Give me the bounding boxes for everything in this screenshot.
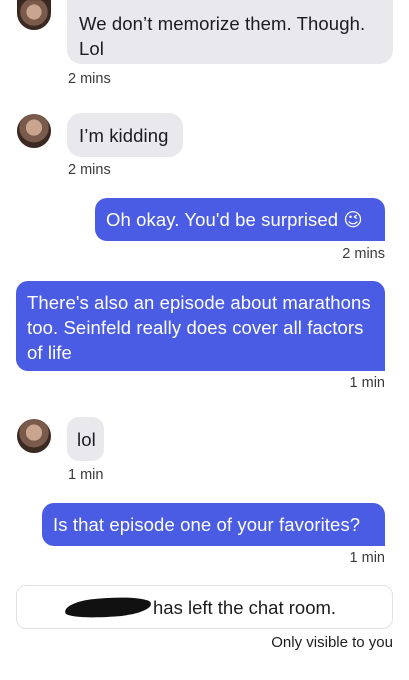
visibility-label: Only visible to you bbox=[271, 634, 393, 651]
message-bubble-incoming[interactable]: I’m kidding bbox=[67, 113, 183, 157]
message-bubble-outgoing[interactable]: There's also an episode about marathons … bbox=[16, 281, 385, 371]
message-text: There's also an episode about marathons … bbox=[27, 292, 371, 363]
message-timestamp: 1 min bbox=[349, 375, 385, 391]
message-timestamp: 1 min bbox=[349, 550, 385, 566]
message-text: Is that episode one of your favorites? bbox=[53, 514, 361, 535]
message-timestamp: 2 mins bbox=[68, 162, 111, 178]
system-notice: has left the chat room. bbox=[16, 585, 393, 629]
avatar[interactable] bbox=[17, 114, 51, 148]
message-text: lol bbox=[77, 429, 96, 450]
message-timestamp: 2 mins bbox=[68, 71, 111, 87]
avatar[interactable] bbox=[17, 419, 51, 453]
message-text: Oh okay. You'd be surprised 😉 bbox=[106, 209, 363, 230]
message-bubble-outgoing[interactable]: Is that episode one of your favorites? bbox=[42, 503, 385, 546]
redacted-username bbox=[64, 595, 152, 620]
message-bubble-outgoing[interactable]: Oh okay. You'd be surprised 😉 bbox=[95, 198, 385, 241]
message-bubble-incoming[interactable]: We don’t memorize them. Though. Lol bbox=[67, 0, 393, 64]
message-text: We don’t memorize them. Though. Lol bbox=[79, 13, 366, 59]
avatar[interactable] bbox=[17, 0, 51, 30]
message-timestamp: 1 min bbox=[68, 467, 104, 483]
message-text: I’m kidding bbox=[79, 125, 169, 146]
message-bubble-incoming[interactable]: lol bbox=[67, 417, 104, 461]
system-notice-text: has left the chat room. bbox=[153, 597, 337, 618]
message-timestamp: 2 mins bbox=[342, 246, 385, 262]
